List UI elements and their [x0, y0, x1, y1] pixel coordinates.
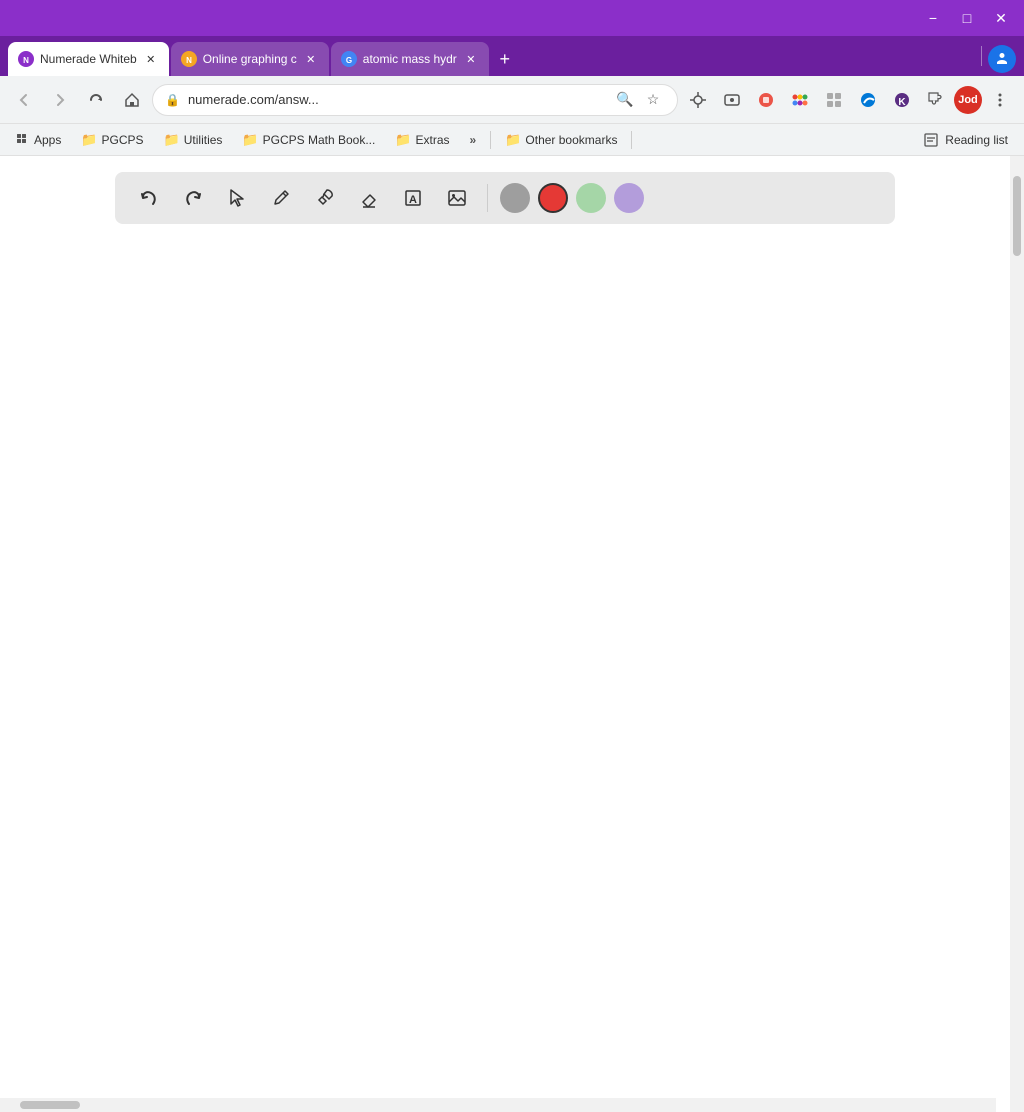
navbar-right: K Jod	[682, 84, 1016, 116]
bookmark-pgcps-math-label: PGCPS Math Book...	[263, 133, 376, 147]
bookmark-utilities-label: Utilities	[184, 133, 223, 147]
tab-favicon-numerade: N	[18, 51, 34, 67]
menu-button[interactable]	[984, 84, 1016, 116]
bookmark-other[interactable]: 📁 Other bookmarks	[497, 129, 625, 151]
bookmark-pgcps[interactable]: 📁 PGCPS	[73, 129, 151, 151]
folder-icon-pgcps: 📁	[81, 132, 97, 148]
color-purple[interactable]	[614, 183, 644, 213]
bookmarksbar: Apps 📁 PGCPS 📁 Utilities 📁 PGCPS Math Bo…	[0, 124, 1024, 156]
bookmark-apps[interactable]: Apps	[8, 130, 69, 150]
select-tool-button[interactable]	[219, 180, 255, 216]
extension-icon-3[interactable]	[750, 84, 782, 116]
folder-icon-other: 📁	[505, 132, 521, 148]
folder-icon-utilities: 📁	[164, 132, 180, 148]
back-button[interactable]	[8, 84, 40, 116]
address-search-button[interactable]: 🔍	[613, 88, 637, 112]
tools-button[interactable]	[307, 180, 343, 216]
bottom-scrollbar-thumb[interactable]	[20, 1101, 80, 1109]
scrollbar-thumb[interactable]	[1013, 176, 1021, 256]
page-content: A	[0, 156, 1010, 1112]
tab-favicon-atomic: G	[341, 51, 357, 67]
svg-text:N: N	[23, 56, 29, 65]
bookmark-apps-label: Apps	[34, 133, 61, 147]
address-bar[interactable]: 🔒 numerade.com/answ... 🔍 ☆	[152, 84, 678, 116]
bookmark-more-button[interactable]: »	[462, 130, 485, 150]
bookmark-utilities[interactable]: 📁 Utilities	[156, 129, 231, 151]
color-red[interactable]	[538, 183, 568, 213]
bookmark-other-label: Other bookmarks	[525, 133, 617, 147]
color-gray[interactable]	[500, 183, 530, 213]
address-text: numerade.com/answ...	[188, 92, 605, 107]
tabsbar: N Numerade Whiteb ✕ N Online graphing c …	[0, 36, 1024, 76]
image-tool-button[interactable]	[439, 180, 475, 216]
bottom-scrollbar[interactable]	[0, 1098, 996, 1112]
extension-icon-2[interactable]	[716, 84, 748, 116]
extension-icon-5[interactable]	[818, 84, 850, 116]
home-button[interactable]	[116, 84, 148, 116]
svg-text:N: N	[186, 56, 192, 65]
new-tab-button[interactable]: +	[491, 45, 519, 73]
profile-tab-button[interactable]	[988, 45, 1016, 73]
tab-label-numerade: Numerade Whiteb	[40, 52, 137, 66]
titlebar: − □ ✕	[0, 0, 1024, 36]
tab-label-atomic: atomic mass hydr	[363, 52, 457, 66]
titlebar-controls: − □ ✕	[918, 8, 1016, 28]
reading-list-label: Reading list	[945, 133, 1008, 147]
svg-text:G: G	[346, 56, 352, 65]
tab-close-graphing[interactable]: ✕	[303, 51, 319, 67]
bookmark-pgcps-math[interactable]: 📁 PGCPS Math Book...	[234, 129, 383, 151]
bookmark-extras-label: Extras	[416, 133, 450, 147]
apps-icon	[16, 133, 30, 147]
tab-close-atomic[interactable]: ✕	[463, 51, 479, 67]
folder-icon-extras: 📁	[395, 132, 411, 148]
text-tool-button[interactable]: A	[395, 180, 431, 216]
refresh-button[interactable]	[80, 84, 112, 116]
extension-icon-edge[interactable]	[852, 84, 884, 116]
address-star-button[interactable]: ☆	[641, 88, 665, 112]
svg-text:K: K	[898, 97, 906, 108]
tab-graphing[interactable]: N Online graphing c ✕	[171, 42, 329, 76]
extension-icon-k[interactable]: K	[886, 84, 918, 116]
extensions-puzzle-button[interactable]	[920, 84, 952, 116]
maximize-button[interactable]: □	[952, 8, 982, 28]
minimize-button[interactable]: −	[918, 8, 948, 28]
whiteboard-toolbar: A	[115, 172, 895, 224]
profile-icon[interactable]: Jod	[954, 86, 982, 114]
color-green[interactable]	[576, 183, 606, 213]
extension-icon-1[interactable]	[682, 84, 714, 116]
tab-close-numerade[interactable]: ✕	[143, 51, 159, 67]
bookmark-pgcps-label: PGCPS	[102, 133, 144, 147]
undo-button[interactable]	[131, 180, 167, 216]
page-area: A	[0, 156, 1024, 1112]
tab-favicon-graphing: N	[181, 51, 197, 67]
extension-icon-4[interactable]	[784, 84, 816, 116]
lock-icon: 🔒	[165, 93, 180, 107]
redo-button[interactable]	[175, 180, 211, 216]
reading-list-icon	[923, 132, 939, 148]
navbar: 🔒 numerade.com/answ... 🔍 ☆	[0, 76, 1024, 124]
forward-button[interactable]	[44, 84, 76, 116]
folder-icon-pgcps-math: 📁	[242, 132, 258, 148]
close-button[interactable]: ✕	[986, 8, 1016, 28]
reading-list-button[interactable]: Reading list	[915, 129, 1016, 151]
scrollbar-track	[1010, 156, 1024, 1112]
tab-numerade[interactable]: N Numerade Whiteb ✕	[8, 42, 169, 76]
eraser-tool-button[interactable]	[351, 180, 387, 216]
pencil-tool-button[interactable]	[263, 180, 299, 216]
tab-label-graphing: Online graphing c	[203, 52, 297, 66]
bookmark-extras[interactable]: 📁 Extras	[387, 129, 457, 151]
svg-text:A: A	[409, 194, 417, 206]
tab-atomic[interactable]: G atomic mass hydr ✕	[331, 42, 489, 76]
